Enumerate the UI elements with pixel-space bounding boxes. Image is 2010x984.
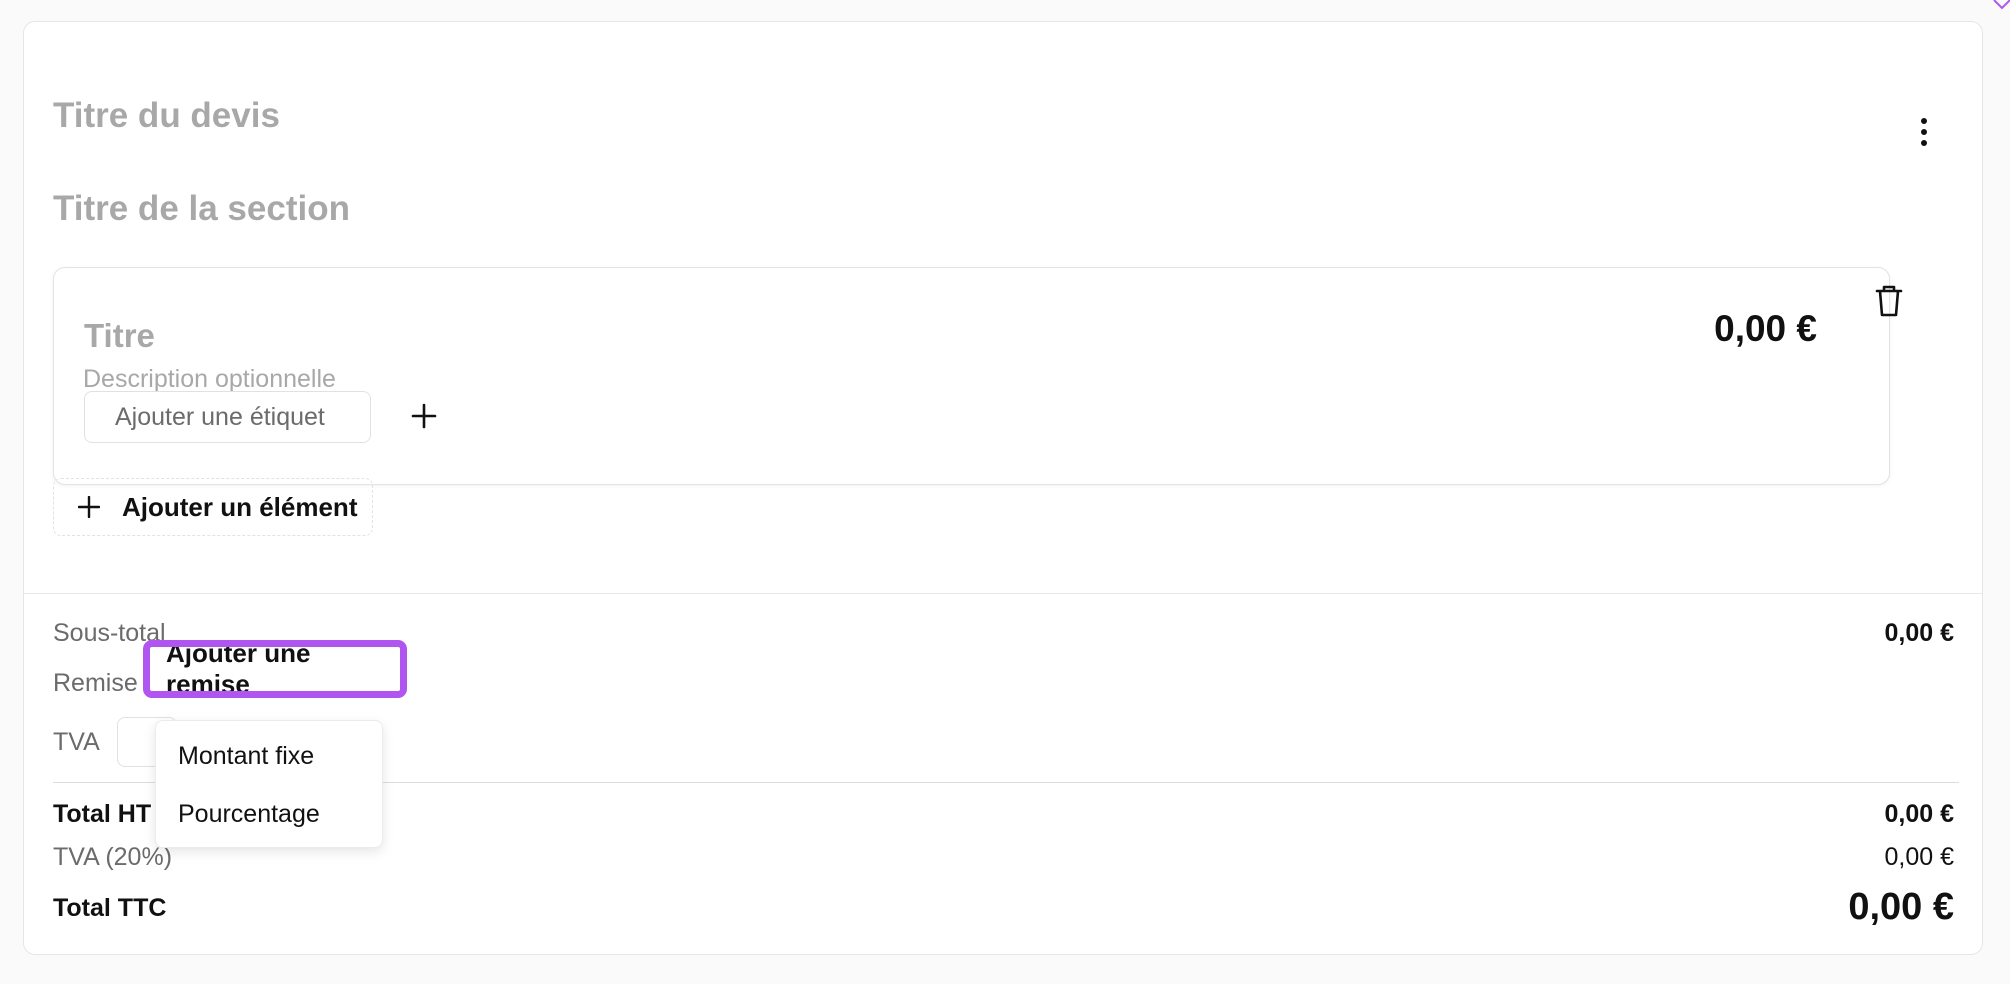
add-item-label: Ajouter un élément — [122, 491, 358, 522]
section-title-input[interactable]: Titre de la section — [53, 189, 350, 229]
tva-rate-label: TVA (20%) — [53, 843, 173, 871]
corner-icon — [1993, 0, 2010, 10]
menu-item-percentage[interactable]: Pourcentage — [178, 800, 320, 829]
total-ht-label: Total HT — [53, 800, 152, 828]
tag-input[interactable]: Ajouter une étiquet — [84, 391, 371, 443]
add-item-button[interactable]: Ajouter un élément — [53, 478, 373, 536]
item-description-input[interactable]: Description optionnelle — [83, 365, 336, 394]
plus-icon — [78, 496, 100, 518]
menu-item-fixed-amount[interactable]: Montant fixe — [178, 742, 314, 771]
more-options-icon[interactable] — [1912, 114, 1936, 150]
discount-type-menu: Montant fixe Pourcentage — [155, 720, 383, 848]
total-ttc-value: 0,00 € — [1848, 886, 1954, 928]
section-divider — [24, 593, 1982, 594]
tva-rate-value: 0,00 € — [1884, 843, 1954, 871]
add-discount-button[interactable]: Ajouter une remise — [143, 638, 407, 699]
discount-label: Remise — [53, 669, 138, 697]
subtotal-label: Sous-total — [53, 619, 166, 647]
quote-editor-card: Titre du devis Titre de la section Titre… — [23, 21, 1983, 955]
total-ht-value: 0,00 € — [1884, 800, 1954, 828]
item-price: 0,00 € — [1714, 308, 1817, 349]
quote-title-input[interactable]: Titre du devis — [53, 96, 280, 136]
tva-label: TVA — [53, 728, 100, 756]
add-tag-plus-icon[interactable] — [409, 401, 439, 431]
item-title-input[interactable]: Titre — [84, 317, 155, 355]
line-item-card: Titre Description optionnelle 0,00 € Ajo… — [53, 267, 1903, 485]
subtotal-value: 0,00 € — [1884, 619, 1954, 647]
total-ttc-label: Total TTC — [53, 894, 167, 922]
trash-icon[interactable] — [1874, 284, 1904, 318]
